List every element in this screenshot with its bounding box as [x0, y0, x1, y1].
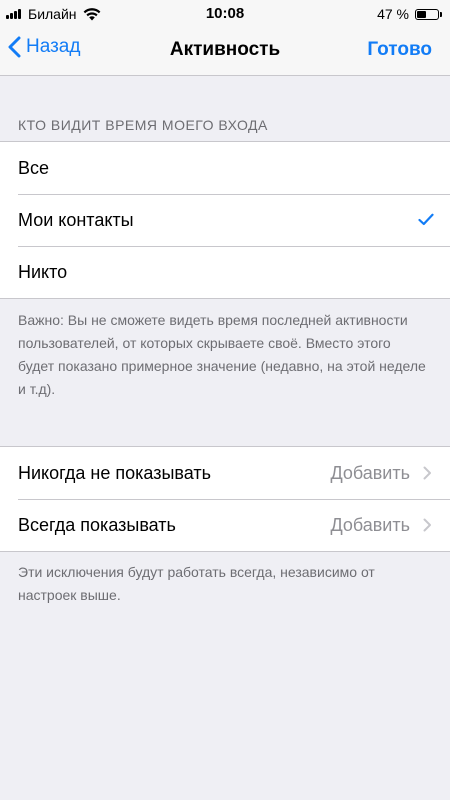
done-button[interactable]: Готово — [367, 39, 432, 61]
navigation-bar: Назад Активность Готово — [0, 27, 450, 76]
visibility-options-group: Все Мои контакты Никто — [0, 141, 450, 299]
chevron-right-icon — [423, 518, 431, 532]
chevron-right-icon — [423, 466, 431, 480]
checkmark-icon — [418, 213, 434, 226]
row-value: Добавить — [330, 514, 410, 535]
battery-percent: 47 % — [377, 6, 409, 22]
battery-icon — [415, 8, 439, 20]
exceptions-group: Никогда не показывать Добавить Всегда по… — [0, 446, 450, 552]
battery-fill — [417, 10, 427, 18]
option-label: Никто — [18, 261, 68, 282]
row-label: Всегда показывать — [18, 514, 176, 535]
row-label: Никогда не показывать — [18, 462, 211, 483]
battery-tip — [440, 11, 442, 17]
row-value: Добавить — [330, 462, 410, 483]
option-nobody[interactable]: Никто — [0, 246, 450, 298]
visibility-section-footer: Важно: Вы не сможете видеть время послед… — [18, 312, 426, 397]
option-label: Мои контакты — [18, 209, 134, 230]
exceptions-section-footer: Эти исключения будут работать всегда, не… — [18, 564, 375, 603]
status-right: 47 % — [377, 6, 442, 22]
always-show-row[interactable]: Всегда показывать Добавить — [0, 499, 450, 551]
option-everyone[interactable]: Все — [0, 142, 450, 194]
option-label: Все — [18, 157, 50, 178]
visibility-section-header: КТО ВИДИТ ВРЕМЯ МОЕГО ВХОДА — [18, 117, 268, 133]
status-bar: Билайн 10:08 47 % — [0, 0, 450, 27]
option-my-contacts[interactable]: Мои контакты — [0, 194, 450, 246]
never-show-row[interactable]: Никогда не показывать Добавить — [0, 447, 450, 499]
